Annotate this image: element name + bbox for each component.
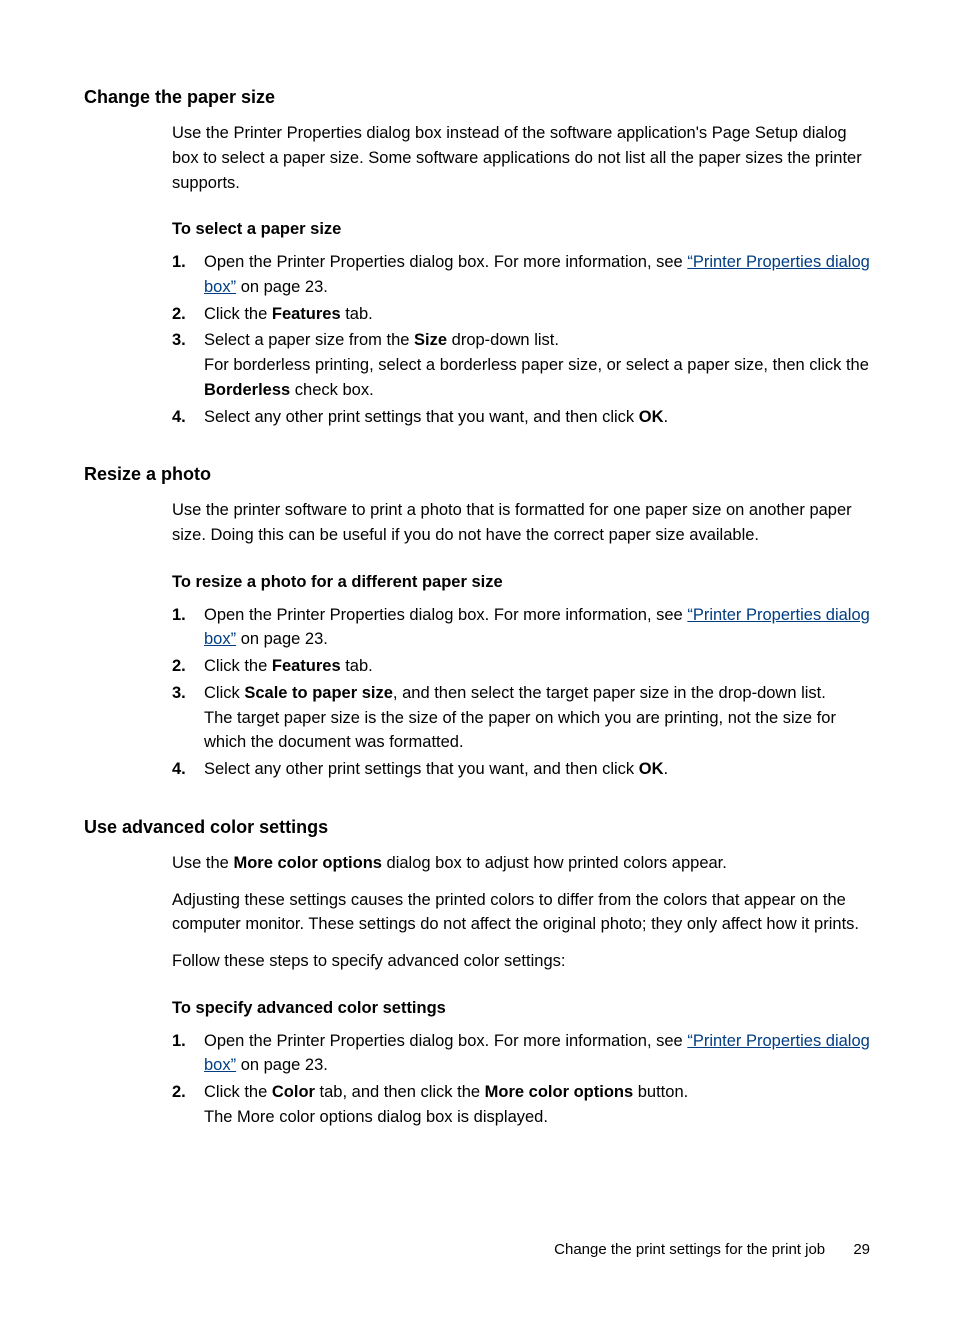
intro-paragraph: Follow these steps to specify advanced c… [172, 949, 870, 974]
step-number: 4. [172, 405, 186, 430]
step-text: Click the Features tab. [204, 305, 373, 323]
step-text: Open the Printer Properties dialog box. … [204, 1032, 870, 1075]
step-text: The More color options dialog box is dis… [204, 1105, 870, 1130]
step-item: 1. Open the Printer Properties dialog bo… [172, 250, 870, 300]
step-number: 1. [172, 1029, 186, 1054]
step-text: Select a paper size from the Size drop-d… [204, 328, 870, 353]
step-item: 2. Click the Features tab. [172, 302, 870, 327]
page-number: 29 [853, 1241, 870, 1258]
step-number: 3. [172, 681, 186, 706]
step-item: 2. Click the Color tab, and then click t… [172, 1080, 870, 1130]
step-text: Open the Printer Properties dialog box. … [204, 253, 870, 296]
section-body: Use the printer software to print a phot… [172, 498, 870, 782]
procedure-heading: To resize a photo for a different paper … [172, 570, 870, 595]
step-number: 1. [172, 603, 186, 628]
intro-paragraph: Use the printer software to print a phot… [172, 498, 870, 548]
steps-list: 1. Open the Printer Properties dialog bo… [172, 603, 870, 782]
step-text: Select any other print settings that you… [204, 408, 668, 426]
step-item: 3. Select a paper size from the Size dro… [172, 328, 870, 402]
step-number: 2. [172, 1080, 186, 1105]
procedure-heading: To specify advanced color settings [172, 996, 870, 1021]
footer-text: Change the print settings for the print … [554, 1241, 825, 1258]
section-heading-resize-photo: Resize a photo [84, 461, 870, 488]
step-number: 1. [172, 250, 186, 275]
section-body: Use the Printer Properties dialog box in… [172, 121, 870, 429]
section-body: Use the More color options dialog box to… [172, 851, 870, 1130]
step-number: 4. [172, 757, 186, 782]
section-heading-change-paper-size: Change the paper size [84, 84, 870, 111]
intro-paragraph: Use the Printer Properties dialog box in… [172, 121, 870, 195]
step-text: For borderless printing, select a border… [204, 353, 870, 403]
step-item: 3. Click Scale to paper size, and then s… [172, 681, 870, 755]
procedure-heading: To select a paper size [172, 217, 870, 242]
step-item: 2. Click the Features tab. [172, 654, 870, 679]
steps-list: 1. Open the Printer Properties dialog bo… [172, 250, 870, 429]
step-text: The target paper size is the size of the… [204, 706, 870, 756]
step-text: Click the Color tab, and then click the … [204, 1080, 870, 1105]
step-item: 4. Select any other print settings that … [172, 757, 870, 782]
steps-list: 1. Open the Printer Properties dialog bo… [172, 1029, 870, 1130]
step-item: 1. Open the Printer Properties dialog bo… [172, 603, 870, 653]
step-number: 2. [172, 302, 186, 327]
page-content: Change the paper size Use the Printer Pr… [84, 84, 870, 1130]
section-heading-advanced-color: Use advanced color settings [84, 814, 870, 841]
page-footer: Change the print settings for the print … [554, 1239, 870, 1262]
intro-paragraph: Use the More color options dialog box to… [172, 851, 870, 876]
step-text: Open the Printer Properties dialog box. … [204, 606, 870, 649]
step-text: Click the Features tab. [204, 657, 373, 675]
step-number: 2. [172, 654, 186, 679]
intro-paragraph: Adjusting these settings causes the prin… [172, 888, 870, 938]
step-text: Click Scale to paper size, and then sele… [204, 681, 870, 706]
step-item: 1. Open the Printer Properties dialog bo… [172, 1029, 870, 1079]
step-text: Select any other print settings that you… [204, 760, 668, 778]
step-number: 3. [172, 328, 186, 353]
step-item: 4. Select any other print settings that … [172, 405, 870, 430]
